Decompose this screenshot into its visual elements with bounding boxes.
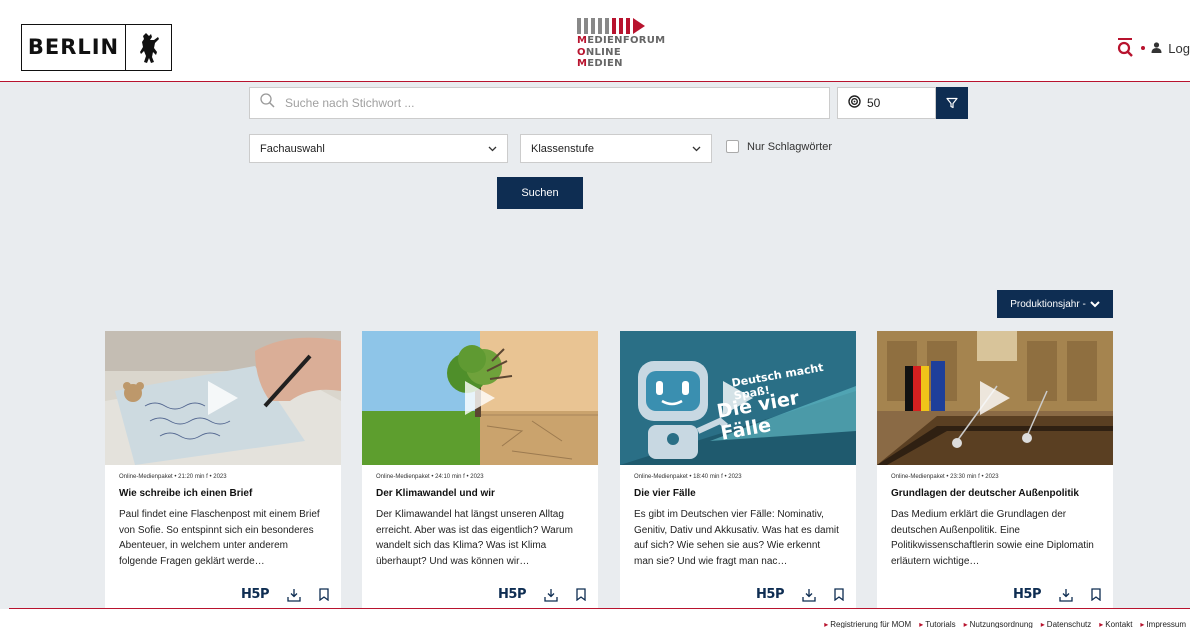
card-meta: Online-Medienpaket • 18:40 min f • 2023 (634, 474, 742, 480)
card-thumbnail[interactable]: Deutsch macht Spaß! Die vier Fälle (620, 331, 856, 465)
sort-label: Produktionsjahr - (1010, 298, 1086, 310)
h5p-icon[interactable]: H5P (241, 587, 269, 602)
play-icon[interactable] (978, 379, 1012, 417)
separator-dot (1141, 46, 1146, 50)
site-header: BERLIN MEDIENFORUM ONLINE MEDIEN Log (0, 10, 1190, 82)
search-field-wrap[interactable] (249, 87, 830, 119)
h5p-icon[interactable]: H5P (756, 587, 784, 602)
card-title[interactable]: Der Klimawandel und wir (376, 488, 584, 499)
card-title[interactable]: Grundlagen der deutscher Außenpolitik (891, 488, 1099, 499)
footer-link-privacy[interactable]: Datenschutz (1041, 620, 1091, 628)
download-icon[interactable] (1059, 588, 1073, 602)
footer-links: Registrierung für MOM Tutorials Nutzungs… (824, 620, 1186, 628)
target-icon (848, 95, 861, 111)
card-meta: Online-Medienpaket • 23:30 min f • 2023 (891, 474, 999, 480)
play-icon[interactable] (206, 379, 240, 417)
card-actions: H5P (1013, 587, 1101, 602)
top-spacer (0, 0, 1190, 10)
sort-dropdown-button[interactable]: Produktionsjahr - (997, 290, 1113, 318)
grade-select-value: Klassenstufe (531, 142, 594, 155)
bookmark-icon[interactable] (834, 588, 844, 601)
bookmark-icon[interactable] (1091, 588, 1101, 601)
h5p-icon[interactable]: H5P (1013, 587, 1041, 602)
card-thumbnail[interactable] (362, 331, 598, 465)
keywords-only-option[interactable]: Nur Schlagwörter (726, 140, 832, 153)
footer-link-contact[interactable]: Kontakt (1099, 620, 1132, 628)
filter-icon (946, 97, 958, 109)
keywords-only-checkbox[interactable] (726, 140, 739, 153)
card-title[interactable]: Wie schreibe ich einen Brief (119, 488, 327, 499)
bear-icon (126, 31, 171, 65)
card-thumbnail[interactable] (105, 331, 341, 465)
berlin-logo[interactable]: BERLIN (21, 24, 172, 71)
chevron-down-icon (488, 146, 497, 151)
play-icon[interactable] (463, 379, 497, 417)
mom-logo-play-icon (633, 18, 645, 34)
media-card[interactable]: Online-Medienpaket • 23:30 min f • 2023 … (877, 331, 1113, 608)
user-icon[interactable] (1151, 41, 1162, 56)
bookmark-icon[interactable] (576, 588, 586, 601)
bookmark-icon[interactable] (319, 588, 329, 601)
card-description: Es gibt im Deutschen vier Fälle: Nominat… (634, 509, 839, 567)
header-actions: Log (1117, 38, 1190, 58)
grade-select[interactable]: Klassenstufe (520, 134, 712, 163)
media-card[interactable]: Online-Medienpaket • 21:20 min f • 2023 … (105, 331, 341, 608)
card-actions: H5P (498, 587, 586, 602)
footer-link-imprint[interactable]: Impressum (1140, 620, 1186, 628)
card-description: Das Medium erklärt die Grundlagen der de… (891, 509, 1094, 567)
footer-link-registration[interactable]: Registrierung für MOM (824, 620, 911, 628)
mom-logo[interactable]: MEDIENFORUM ONLINE MEDIEN (577, 18, 687, 78)
download-icon[interactable] (544, 588, 558, 602)
h5p-icon[interactable]: H5P (498, 587, 526, 602)
subject-select[interactable]: Fachauswahl (249, 134, 508, 163)
media-card[interactable]: Online-Medienpaket • 24:10 min f • 2023 … (362, 331, 598, 608)
filter-button[interactable] (936, 87, 968, 119)
card-thumbnail[interactable] (877, 331, 1113, 465)
card-description: Paul findet eine Flaschenpost mit einem … (119, 509, 320, 567)
download-icon[interactable] (287, 588, 301, 602)
magnifier-icon (260, 93, 275, 113)
berlin-logo-text: BERLIN (22, 25, 126, 70)
search-submit-button[interactable]: Suchen (497, 177, 583, 209)
footer-link-terms[interactable]: Nutzungsordnung (964, 620, 1033, 628)
card-actions: H5P (241, 587, 329, 602)
play-icon[interactable] (721, 379, 755, 417)
mom-logo-bars (577, 18, 687, 34)
card-meta: Online-Medienpaket • 24:10 min f • 2023 (376, 474, 484, 480)
search-icon[interactable] (1117, 38, 1135, 58)
chevron-down-icon (692, 146, 701, 151)
card-title[interactable]: Die vier Fälle (634, 488, 842, 499)
card-description: Der Klimawandel hat längst unseren Allta… (376, 509, 573, 567)
login-link[interactable]: Log (1168, 41, 1190, 56)
keywords-only-label: Nur Schlagwörter (747, 140, 832, 153)
mom-logo-text: MEDIENFORUM ONLINE MEDIEN (577, 35, 666, 69)
card-meta: Online-Medienpaket • 21:20 min f • 2023 (119, 474, 227, 480)
download-icon[interactable] (802, 588, 816, 602)
card-actions: H5P (756, 587, 844, 602)
site-footer: Registrierung für MOM Tutorials Nutzungs… (0, 609, 1190, 628)
results-count-field[interactable]: 50 (837, 87, 936, 119)
media-card[interactable]: Deutsch macht Spaß! Die vier Fälle Onlin… (620, 331, 856, 608)
results-count-value: 50 (867, 96, 881, 110)
chevron-down-icon (1090, 300, 1100, 307)
search-input[interactable] (285, 96, 785, 110)
footer-link-tutorials[interactable]: Tutorials (919, 620, 955, 628)
subject-select-value: Fachauswahl (260, 142, 325, 155)
